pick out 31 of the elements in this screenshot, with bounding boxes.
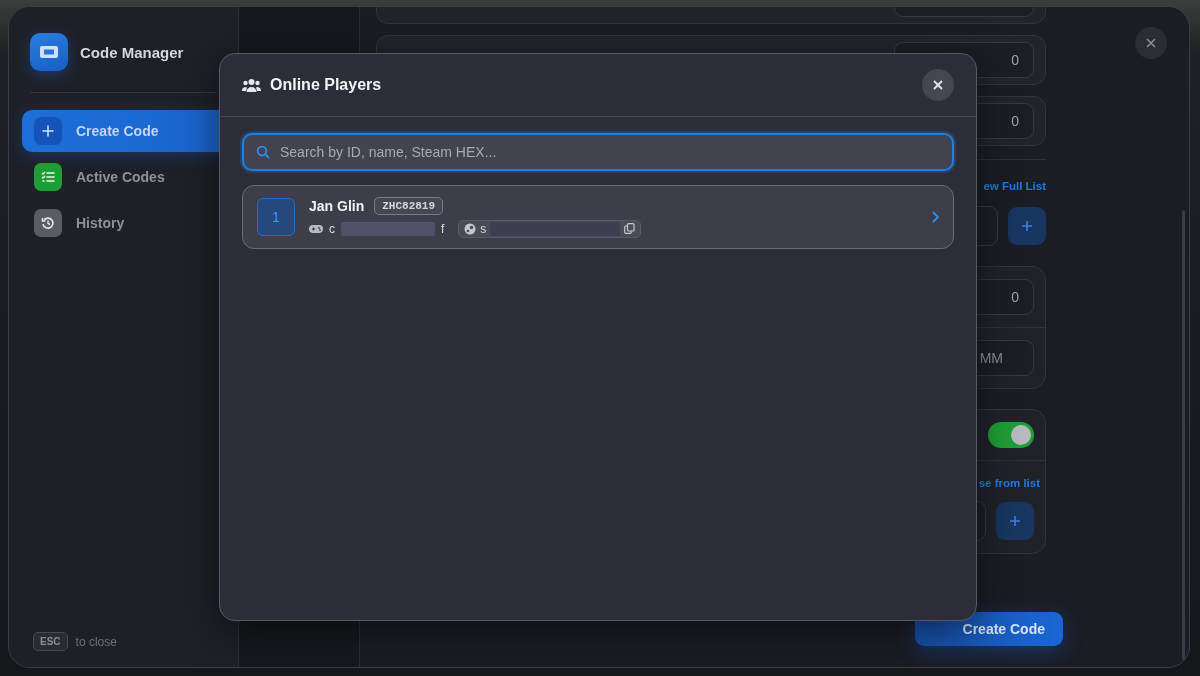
choose-list-link[interactable]: se from list: [978, 477, 1040, 489]
view-list-link[interactable]: ew Full List: [983, 180, 1046, 192]
player-row[interactable]: 1 Jan Glin ZHC82819 c f s: [242, 185, 954, 249]
key-hint: ESC: [33, 632, 68, 651]
plus-icon: [1009, 515, 1021, 527]
date-placeholder: MM: [979, 350, 1003, 366]
plus-icon: [1021, 220, 1033, 232]
license-text: f: [441, 221, 445, 236]
player-number: 1: [257, 198, 295, 236]
search-field[interactable]: Search by ID, name, Steam HEX...: [242, 133, 954, 171]
ticket-logo-icon: [30, 33, 68, 71]
license-text: c: [329, 221, 335, 236]
close-hint: to close: [75, 634, 117, 649]
add-button[interactable]: [1008, 207, 1046, 245]
scrollbar[interactable]: [1182, 210, 1185, 660]
add-button[interactable]: [996, 502, 1034, 540]
close-icon: [933, 80, 943, 90]
player-name: Jan Glin: [309, 197, 365, 214]
users-icon: [242, 77, 261, 93]
close-button[interactable]: [922, 69, 954, 101]
private-toggle[interactable]: [988, 422, 1034, 448]
steam-id-chip[interactable]: s: [458, 219, 642, 238]
steam-text: s: [480, 221, 487, 236]
dialog-title: Online Players: [270, 76, 383, 94]
chevron-right-icon: [931, 211, 939, 223]
steam-icon: [464, 222, 477, 235]
app-title: Code Manager: [80, 43, 184, 61]
copy-icon[interactable]: [624, 223, 636, 234]
close-icon: [1146, 38, 1156, 48]
citizen-id-badge: ZHC82819: [374, 196, 444, 215]
gamepad-icon: [309, 223, 323, 234]
